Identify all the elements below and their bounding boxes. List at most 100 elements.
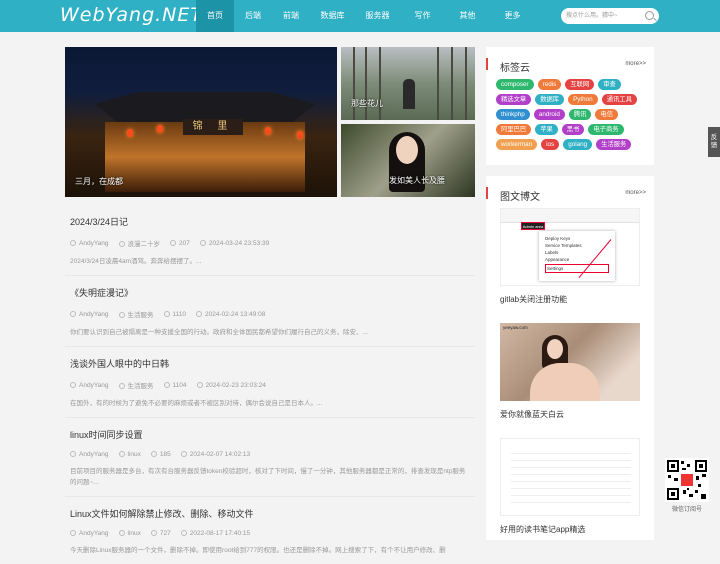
post-thumbnail[interactable] [500,438,640,516]
nav-server[interactable]: 服务器 [355,0,400,32]
tag-item[interactable]: Python [568,94,598,105]
slide-image-3[interactable]: 发如美人长及腰 [341,124,475,197]
lantern [157,125,163,133]
menu-admin-area: Admin area [521,222,545,230]
tag-item[interactable]: 互联网 [565,79,595,90]
article-title[interactable]: 《失明症漫记》 [70,286,470,299]
article-title[interactable]: Linux文件如何解除禁止修改、删除、移动文件 [70,507,470,520]
article-meta: AndyYang 浪漫二十岁 207 2024-03-24 23:53:39 [70,238,470,248]
author[interactable]: AndyYang [70,530,109,537]
article-title[interactable]: linux时间同步设置 [70,428,470,441]
slide-caption[interactable]: 发如美人长及腰 [389,175,445,186]
category[interactable]: 生活服务 [118,309,154,319]
tag-item[interactable]: redis [537,79,562,90]
more-link[interactable]: more>> [625,190,646,196]
search-input[interactable]: 搜点什么用。猜中~ [561,8,659,24]
article-meta: AndyYang 生活服务 1110 2024-02-24 13:49:08 [70,309,470,319]
post-title[interactable]: 爱你就像蓝天白云 [500,409,640,420]
lantern [127,129,133,137]
author[interactable]: AndyYang [70,310,109,318]
user-icon [70,451,76,457]
main-content: 锦 里 三月，在成都 那些花儿 发如美人长及腰 2024/3/24日记 Andy… [65,47,475,564]
category[interactable]: linux [118,451,141,458]
nav-more[interactable]: 更多 [490,0,535,32]
tag-list: composer redis 互联网 审查精选文章 数据库 Python 通讯工具 think… [486,79,654,150]
tag-item[interactable]: 数据库 [535,94,565,105]
more-link[interactable]: more>> [625,61,646,67]
article-title[interactable]: 浅谈外国人眼中的中日韩 [70,357,470,370]
eye-icon [170,239,177,246]
main-nav: 首页 后端 前端 数据库 服务器 写作 其他 更多 [196,0,535,32]
slide-caption[interactable]: 三月，在成都 [75,176,123,187]
figure-face [547,339,563,359]
slide-main-image[interactable]: 锦 里 三月，在成都 [65,47,337,197]
nav-writing[interactable]: 写作 [400,0,445,32]
search-placeholder: 搜点什么用。猜中~ [566,13,618,19]
post-thumbnail[interactable]: yeeyaw.com [500,323,640,401]
tag-item[interactable]: 精选文章 [496,94,532,105]
tag-cloud-widget: 标签云 more>> composer redis 互联网 审查精选文章 数据库 Pyth… [486,47,654,165]
tag-item[interactable]: android [533,109,565,120]
nav-database[interactable]: 数据库 [310,0,355,32]
post-thumbnail[interactable]: Admin area Deploy Keys Service Templates… [500,208,640,286]
clock-icon [196,381,203,388]
gallery-post: yeeyaw.com 爱你就像蓝天白云 [486,323,654,420]
wechat-qr-code [665,458,709,502]
gallery-post: Admin area Deploy Keys Service Templates… [486,208,654,305]
category[interactable]: 浪漫二十岁 [118,238,160,248]
post-title[interactable]: 好用的读书笔记app精选 [500,524,640,535]
tag-item[interactable]: golang [563,139,593,150]
article-item: 2024/3/24日记 AndyYang 浪漫二十岁 207 2024-03-2… [65,205,475,276]
category-icon [118,312,125,318]
tag-item[interactable]: 通讯工具 [601,94,637,105]
article-excerpt: 你们要认识到自己被隔离是一种支援全国的行动。政府和全体国民都希望你们履行自己的义… [70,329,368,336]
article-meta: AndyYang linux 185 2024-02-07 14:02:13 [70,451,470,458]
tag-item[interactable]: 电信 [595,109,619,120]
date: 2024-02-24 13:49:08 [196,310,265,318]
watermark: yeeyaw.com [503,325,528,330]
slide-caption[interactable]: 那些花儿 [351,98,383,109]
tag-item[interactable]: 审查 [598,79,621,90]
tag-item[interactable]: 苹果 [535,124,558,135]
search-icon[interactable] [645,11,654,20]
tag-item[interactable]: workerman [496,139,538,150]
feedback-button[interactable]: 反馈 [708,127,720,157]
nav-backend[interactable]: 后端 [234,0,272,32]
author[interactable]: AndyYang [70,451,109,458]
category[interactable]: linux [118,530,141,537]
article-title[interactable]: 2024/3/24日记 [70,215,470,228]
article-meta: AndyYang 生活服务 1104 2024-02-23 23:03:24 [70,380,470,390]
author[interactable]: AndyYang [70,239,109,247]
widget-title: 标签云 more>> [486,47,654,79]
views: 727 [150,530,171,537]
eye-icon [163,381,170,388]
tag-item[interactable]: 黑书 [561,124,585,135]
tag-item[interactable]: 腾讯 [568,109,592,120]
lantern [265,127,271,135]
tag-item[interactable]: composer [496,79,534,90]
date: 2024-02-07 14:02:13 [180,451,250,458]
nav-other[interactable]: 其他 [445,0,490,32]
post-title[interactable]: gitlab关闭注册功能 [500,294,640,305]
tag-item[interactable]: 生活服务 [596,139,632,150]
tag-item[interactable]: 电子商务 [588,124,624,135]
slide-image-2[interactable]: 那些花儿 [341,47,475,120]
user-icon [70,239,76,246]
figure-body [530,363,600,401]
article-item: linux时间同步设置 AndyYang linux 185 2024-02-0… [65,418,475,497]
portrait-face [396,136,418,164]
category-icon [118,383,125,389]
site-logo[interactable]: WebYang.NET [60,4,203,26]
author[interactable]: AndyYang [70,381,109,389]
tag-item[interactable]: thinkphp [496,109,530,120]
pavilion-roof [95,92,315,122]
article-excerpt: 今天删除Linux服务器的一个文件，删除不掉。即使用root给到777的权限。也… [70,547,446,554]
category[interactable]: 生活服务 [118,380,154,390]
tag-item[interactable]: ios [541,139,560,150]
nav-frontend[interactable]: 前端 [272,0,310,32]
nav-home[interactable]: 首页 [196,0,234,32]
pavilion-sign: 锦 里 [183,119,243,135]
lantern [297,131,303,139]
article-item: 浅谈外国人眼中的中日韩 AndyYang 生活服务 1104 2024-02-2… [65,347,475,418]
tag-item[interactable]: 阿里巴巴 [496,124,532,135]
